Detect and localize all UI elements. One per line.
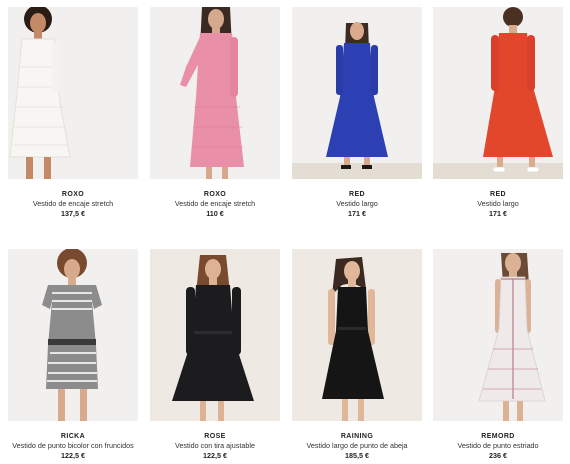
product-description: Vestido de punto estriado xyxy=(457,441,539,450)
product-name: ROSE xyxy=(204,433,226,440)
product-name: RAINING xyxy=(340,433,374,440)
product-photo[interactable] xyxy=(292,249,422,421)
product-grid: ROXO Vestido de encaje stretch 137,5 € R… xyxy=(0,0,570,464)
model-figure xyxy=(478,253,546,421)
product-card[interactable]: ROSE Vestido con tira ajustable 122,5 € xyxy=(150,249,280,461)
product-description: Vestido de encaje stretch xyxy=(174,199,256,208)
product-name: ROXO xyxy=(203,191,227,198)
product-price: 122,5 € xyxy=(203,451,227,460)
product-card[interactable]: RED Vestido largo 171 € xyxy=(292,7,422,219)
product-photo[interactable] xyxy=(150,249,280,421)
product-description: Vestido de punto bicolor con fruncidos xyxy=(12,441,134,450)
product-name: RED xyxy=(490,191,506,198)
product-price: 171 € xyxy=(348,209,366,218)
product-description: Vestido largo xyxy=(477,199,519,208)
product-photo[interactable] xyxy=(150,7,280,179)
product-photo[interactable] xyxy=(8,7,138,179)
product-card[interactable]: RICKA Vestido de punto bicolor con frunc… xyxy=(8,249,138,461)
product-description: Vestido con tira ajustable xyxy=(175,441,255,450)
product-price: 171 € xyxy=(489,209,507,218)
product-card[interactable]: RAINING Vestido largo de punto de abeja … xyxy=(292,249,422,461)
model-figure xyxy=(180,7,244,179)
model-figure xyxy=(172,255,254,421)
product-photo[interactable] xyxy=(8,249,138,421)
model-figure xyxy=(326,22,388,169)
product-name: RED xyxy=(349,191,365,198)
product-description: Vestido de encaje stretch xyxy=(32,199,114,208)
product-price: 137,5 € xyxy=(61,209,85,218)
product-price: 110 € xyxy=(206,209,224,218)
product-name: RICKA xyxy=(60,433,86,440)
product-description: Vestido largo de punto de abeja xyxy=(306,441,408,450)
product-photo[interactable] xyxy=(433,7,563,179)
product-name: REMORD xyxy=(481,433,515,440)
model-figure xyxy=(42,249,102,421)
product-card[interactable]: ROXO Vestido de encaje stretch 110 € xyxy=(150,7,280,219)
product-description: Vestido largo xyxy=(336,199,378,208)
model-figure xyxy=(483,7,553,173)
product-price: 236 € xyxy=(489,451,507,460)
product-price: 185,5 € xyxy=(345,451,369,460)
product-name: ROXO xyxy=(61,191,85,198)
model-figure xyxy=(9,7,71,179)
product-card[interactable]: REMORD Vestido de punto estriado 236 € xyxy=(433,249,563,461)
product-card[interactable]: ROXO Vestido de encaje stretch 137,5 € xyxy=(8,7,138,219)
product-price: 122,5 € xyxy=(61,451,85,460)
product-photo[interactable] xyxy=(292,7,422,179)
product-card[interactable]: RED Vestido largo 171 € xyxy=(433,7,563,219)
product-photo[interactable] xyxy=(433,249,563,421)
model-figure xyxy=(322,257,384,421)
